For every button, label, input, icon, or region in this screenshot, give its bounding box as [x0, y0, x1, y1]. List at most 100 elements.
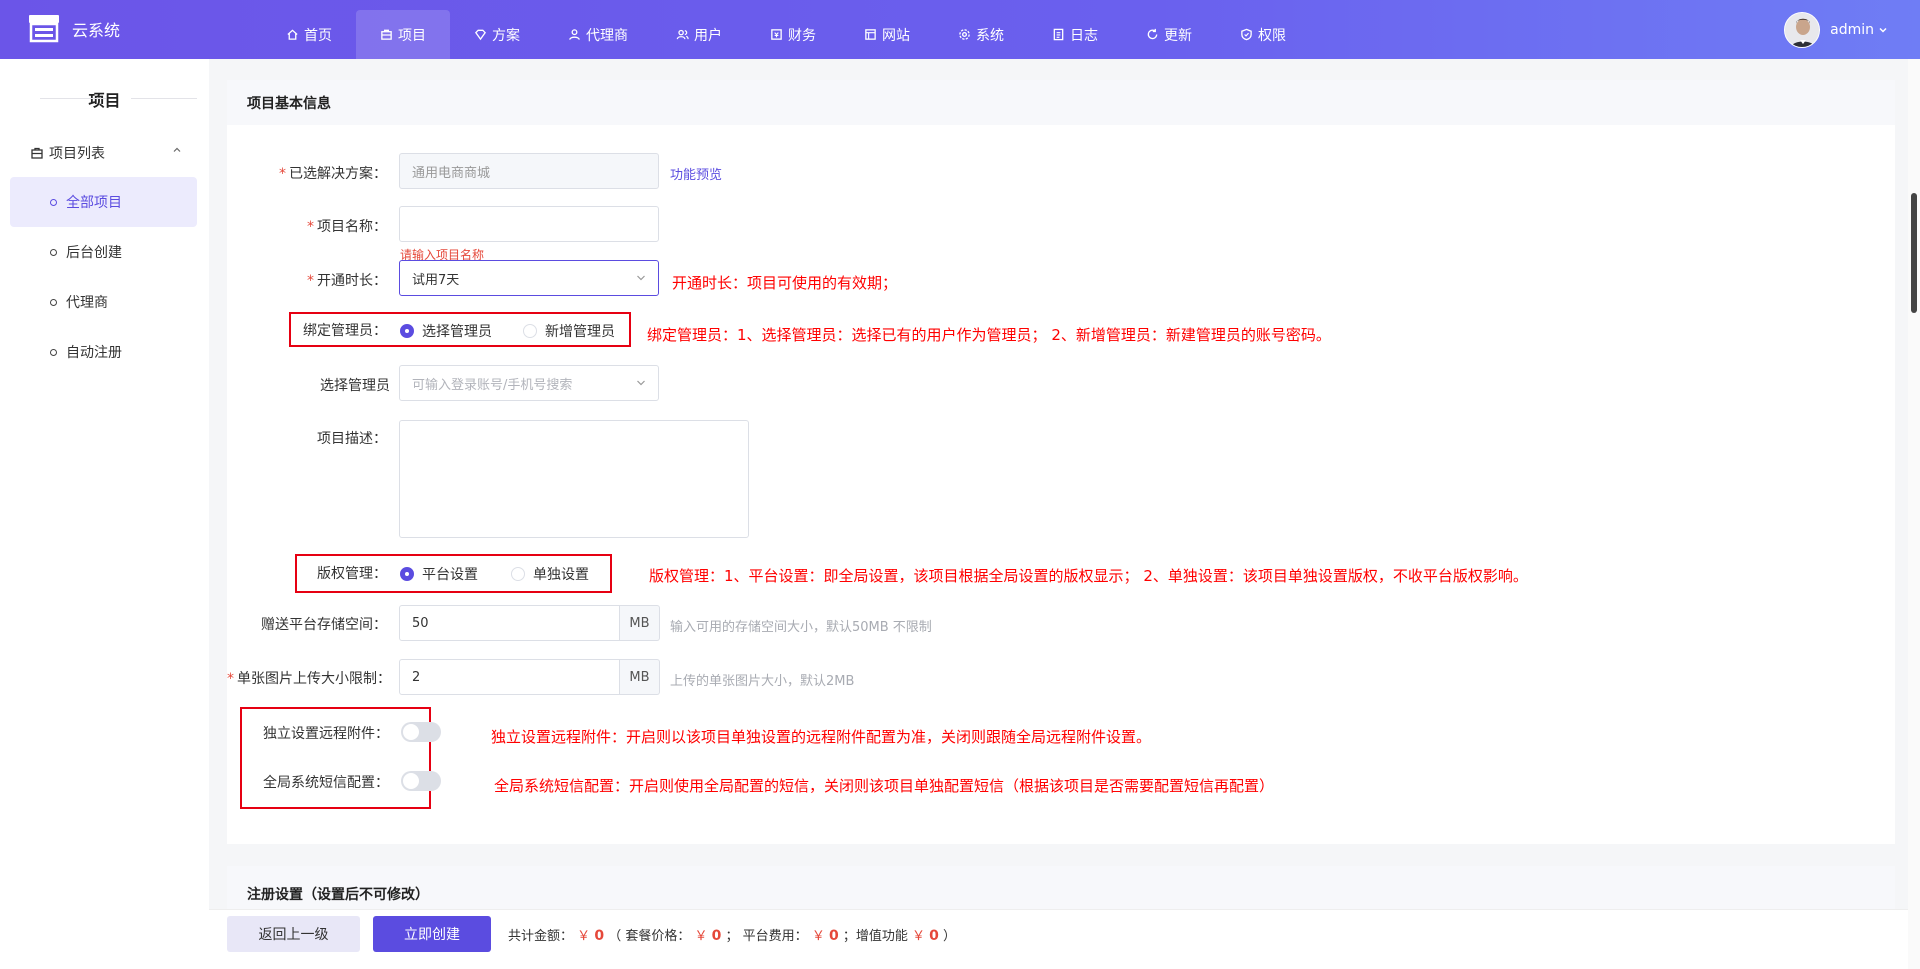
diamond-icon: [474, 28, 487, 41]
image-size-hint: 上传的单张图片大小，默认2MB: [670, 674, 855, 689]
duration-value: 试用7天: [412, 272, 460, 288]
storage-unit: MB: [620, 605, 660, 641]
feature-preview-link[interactable]: 功能预览: [670, 164, 722, 183]
description-label: 项目描述：: [317, 431, 387, 447]
gear-icon: [958, 28, 971, 41]
username: admin: [1830, 22, 1874, 38]
nav-user[interactable]: 用户: [652, 10, 746, 59]
storage-hint: 输入可用的存储空间大小，默认50MB 不限制: [670, 620, 932, 635]
nav-log[interactable]: 日志: [1028, 10, 1122, 59]
image-size-input[interactable]: 2: [399, 659, 620, 695]
annotation-bind-admin: 绑定管理员：1、选择管理员：选择已有的用户作为管理员； 2、新增管理员：新建管理…: [647, 326, 1331, 344]
addon-label: 增值功能: [855, 929, 908, 944]
nav-label: 权限: [1258, 27, 1286, 44]
select-admin-label: 选择管理员: [320, 378, 390, 394]
chevron-down-icon: [1879, 27, 1887, 33]
nav-update[interactable]: 更新: [1122, 10, 1216, 59]
radio-platform-setting[interactable]: 平台设置: [400, 564, 478, 584]
radio-circle: [523, 324, 537, 338]
total-label: 共计金额：: [508, 929, 574, 944]
section-title: 项目基本信息: [227, 80, 1895, 125]
sidebar-item-label: 代理商: [66, 295, 108, 311]
nav-label: 代理商: [586, 27, 628, 44]
package-amount: 0: [711, 928, 722, 944]
chevron-up-icon: [173, 147, 181, 152]
bullet-icon: [50, 298, 57, 306]
sidebar-item-label: 全部项目: [66, 195, 122, 211]
avatar[interactable]: [1784, 12, 1821, 48]
sidebar-item-all-projects[interactable]: 全部项目: [10, 177, 197, 227]
radio-individual-setting[interactable]: 单独设置: [511, 564, 589, 584]
nav-finance[interactable]: 财务: [746, 10, 840, 59]
sidebar-group-label: 项目列表: [49, 146, 105, 162]
annotation-copyright: 版权管理：1、平台设置：即全局设置，该项目根据全局设置的版权显示； 2、单独设置…: [649, 567, 1528, 585]
main-nav: 首页 项目 方案 代理商 用户 财务 网站 系统 日志 更新 权限: [262, 10, 1310, 59]
register-section-title: 注册设置（设置后不可修改）: [247, 887, 429, 903]
shield-icon: [1240, 28, 1253, 41]
description-textarea[interactable]: [399, 420, 749, 538]
top-navbar: 云系统 首页 项目 方案 代理商 用户 财务 网站 系统 日志 更新 权限 ad…: [0, 0, 1920, 59]
nav-agent[interactable]: 代理商: [544, 10, 652, 59]
radio-new-admin[interactable]: 新增管理员: [523, 321, 615, 341]
box-icon: [31, 147, 43, 159]
package-label: 套餐价格：: [625, 929, 691, 944]
bullet-icon: [50, 348, 57, 356]
users-icon: [676, 28, 689, 41]
nav-project[interactable]: 项目: [356, 10, 450, 59]
user-menu[interactable]: admin: [1784, 12, 1888, 48]
radio-select-admin[interactable]: 选择管理员: [400, 321, 492, 341]
platform-label: 平台费用：: [742, 929, 808, 944]
annotation-duration: 开通时长：项目可使用的有效期；: [672, 274, 898, 292]
total-amount: 0: [594, 928, 605, 944]
page-scrollbar[interactable]: [1908, 59, 1920, 969]
remote-attachment-toggle[interactable]: [401, 722, 441, 742]
nav-permission[interactable]: 权限: [1216, 10, 1310, 59]
sidebar: 项目 项目列表 全部项目 后台创建 代理商 自动注册: [0, 59, 209, 969]
chevron-down-icon: [637, 275, 645, 281]
register-settings-card: 注册设置（设置后不可修改）: [227, 866, 1895, 909]
sms-config-toggle[interactable]: [401, 771, 441, 791]
sidebar-group-project-list[interactable]: 项目列表: [30, 143, 181, 163]
brand[interactable]: 云系统: [28, 14, 120, 44]
duration-select[interactable]: 试用7天: [399, 260, 659, 296]
project-name-input[interactable]: [399, 206, 659, 242]
annotation-sms: 全局系统短信配置：开启则使用全局配置的短信，关闭则该项目单独配置短信（根据该项目…: [494, 777, 1275, 795]
nav-website[interactable]: 网站: [840, 10, 934, 59]
agent-icon: [568, 28, 581, 41]
nav-label: 更新: [1164, 27, 1192, 44]
platform-amount: 0: [828, 928, 839, 944]
nav-label: 系统: [976, 27, 1004, 44]
bullet-icon: [50, 198, 57, 206]
app-name: 云系统: [72, 21, 121, 40]
radio-circle: [400, 567, 414, 581]
storage-label: 赠送平台存储空间：: [261, 617, 387, 633]
create-button[interactable]: 立即创建: [373, 916, 491, 952]
bullet-icon: [50, 248, 57, 256]
storage-input[interactable]: 50: [399, 605, 620, 641]
back-button[interactable]: 返回上一级: [227, 916, 360, 952]
sidebar-item-agent[interactable]: 代理商: [10, 277, 197, 327]
duration-label: * 开通时长：: [307, 273, 387, 289]
radio-circle: [400, 324, 414, 338]
select-admin-dropdown[interactable]: 可输入登录账号/手机号搜索: [399, 365, 659, 401]
nav-label: 日志: [1070, 27, 1098, 44]
website-icon: [864, 28, 877, 41]
nav-home[interactable]: 首页: [262, 10, 356, 59]
nav-label: 方案: [492, 27, 520, 44]
sidebar-item-backend-create[interactable]: 后台创建: [10, 227, 197, 277]
basic-info-card: 项目基本信息 * 已选解决方案： 通用电商商城 功能预览 * 项目名称： 请输入项目…: [227, 80, 1895, 844]
nav-system[interactable]: 系统: [934, 10, 1028, 59]
sidebar-item-auto-register[interactable]: 自动注册: [10, 327, 197, 377]
scrollbar-thumb[interactable]: [1911, 193, 1917, 313]
annotation-remote: 独立设置远程附件：开启则以该项目单独设置的远程附件配置为准，关闭则跟随全局远程附…: [491, 728, 1152, 746]
sms-config-label: 全局系统短信配置：: [263, 775, 389, 791]
nav-label: 财务: [788, 27, 816, 44]
select-admin-placeholder: 可输入登录账号/手机号搜索: [412, 377, 573, 393]
store-logo-icon: [29, 15, 59, 43]
project-name-label: * 项目名称：: [307, 219, 387, 235]
remote-attachment-label: 独立设置远程附件：: [263, 726, 389, 742]
radio-circle: [511, 567, 525, 581]
nav-solution[interactable]: 方案: [450, 10, 544, 59]
sidebar-item-label: 后台创建: [66, 245, 122, 261]
nav-label: 用户: [694, 27, 722, 44]
